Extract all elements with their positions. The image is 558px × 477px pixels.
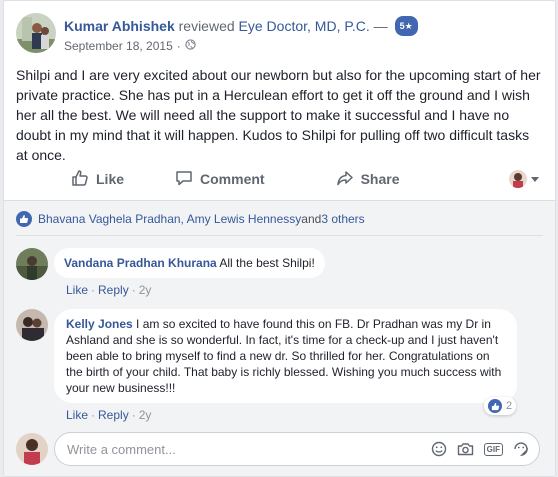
reaction-and: and — [301, 212, 322, 226]
comment-item: Vandana Pradhan Khurana All the best Shi… — [16, 248, 325, 297]
share-arrow-icon — [336, 169, 361, 190]
like-button[interactable]: Like — [71, 161, 124, 197]
post-as-selector[interactable] — [509, 170, 539, 188]
commenter-avatar[interactable] — [16, 248, 48, 280]
comments-section: Bhavana Vaghela Pradhan, Amy Lewis Henne… — [4, 200, 555, 476]
date-separator: · — [176, 39, 181, 53]
page-link[interactable]: Eye Doctor, MD, P.C. — [239, 18, 370, 34]
post-text: Shilpi and I are very excited about our … — [16, 67, 541, 163]
like-reaction-icon — [488, 399, 502, 413]
post-header: Kumar Abhishek reviewed Eye Doctor, MD, … — [16, 13, 418, 57]
comment-input-placeholder: Write a comment... — [67, 441, 176, 457]
viewer-avatar — [16, 433, 48, 465]
comment-label: Comment — [200, 171, 265, 187]
comment-actions: Like · Reply · 2y — [66, 283, 152, 297]
chevron-down-icon — [531, 176, 539, 182]
emoji-icon[interactable] — [431, 441, 447, 457]
comment-input[interactable]: Write a comment... GIF — [54, 432, 540, 466]
comment-bubble-icon — [175, 169, 200, 190]
commenter-avatar[interactable] — [16, 309, 48, 341]
sticker-icon[interactable] — [513, 441, 529, 457]
post-action-bar: Like Comment Share — [16, 161, 544, 197]
comment-item: Kelly Jones I am so excited to have foun… — [16, 309, 517, 422]
comment-actions: Like · Reply · 2y — [66, 408, 152, 422]
like-reaction-icon — [16, 211, 32, 227]
author-avatar[interactable] — [16, 13, 56, 53]
comment-bubble: Vandana Pradhan Khurana All the best Shi… — [54, 248, 325, 278]
reviewed-label: reviewed — [178, 18, 235, 34]
comment-reply-link[interactable]: Reply — [98, 283, 129, 297]
comment-author[interactable]: Kelly Jones — [66, 317, 133, 331]
comment-reaction-count[interactable]: 2 — [484, 397, 517, 415]
star-icon: ★ — [404, 21, 413, 31]
gif-icon[interactable]: GIF — [483, 442, 503, 456]
comment-author[interactable]: Vandana Pradhan Khurana — [64, 256, 217, 270]
like-label: Like — [96, 171, 125, 187]
share-button[interactable]: Share — [336, 161, 400, 197]
reaction-count-value: 2 — [506, 400, 513, 412]
globe-icon[interactable] — [185, 39, 196, 53]
viewer-avatar — [509, 170, 527, 188]
divider — [16, 235, 543, 236]
rating-badge: 5★ — [394, 16, 418, 36]
review-post-card: Kumar Abhishek reviewed Eye Doctor, MD, … — [3, 0, 556, 477]
post-headline: Kumar Abhishek reviewed Eye Doctor, MD, … — [64, 16, 418, 36]
post-date[interactable]: September 18, 2015 — [64, 39, 173, 53]
comment-composer: Write a comment... GIF — [16, 432, 540, 466]
comment-text: All the best Shilpi! — [219, 256, 315, 270]
author-link[interactable]: Kumar Abhishek — [64, 18, 175, 34]
headline-separator: — — [373, 18, 388, 34]
comment-reply-link[interactable]: Reply — [98, 408, 129, 422]
comment-bubble: Kelly Jones I am so excited to have foun… — [54, 309, 517, 403]
comment-time[interactable]: 2y — [139, 408, 152, 422]
share-label: Share — [360, 171, 400, 187]
thumbs-up-icon — [71, 169, 96, 190]
comment-time[interactable]: 2y — [139, 283, 152, 297]
comment-like-link[interactable]: Like — [66, 283, 88, 297]
reaction-summary[interactable]: Bhavana Vaghela Pradhan, Amy Lewis Henne… — [16, 211, 365, 227]
comment-like-link[interactable]: Like — [66, 408, 88, 422]
reaction-others[interactable]: 3 others — [321, 212, 364, 226]
comment-button[interactable]: Comment — [175, 161, 265, 197]
reaction-names[interactable]: Bhavana Vaghela Pradhan, Amy Lewis Henne… — [38, 212, 301, 226]
camera-icon[interactable] — [457, 441, 474, 457]
